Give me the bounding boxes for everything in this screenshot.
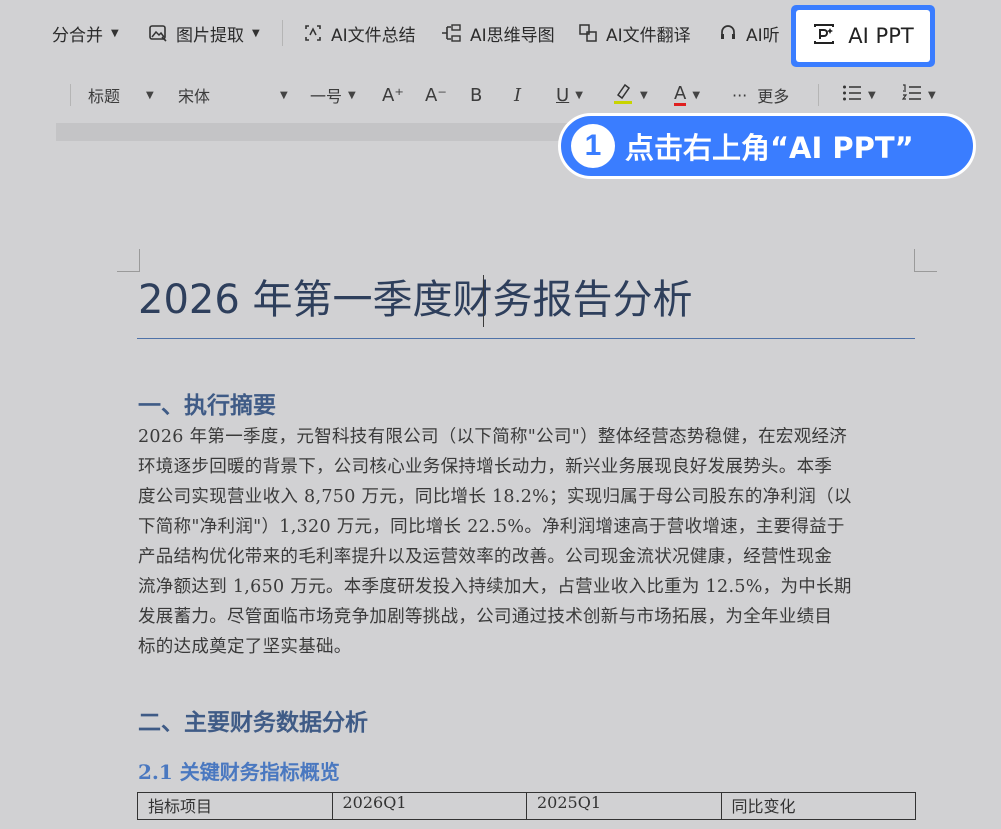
document-page[interactable]: 2026 年第一季度财务报告分析 一、执行摘要 2026 年第一季度，元智科技有… [0,141,1001,829]
bold-icon: B [470,84,483,106]
document-title: 2026 年第一季度财务报告分析 [138,277,693,323]
font-size-select[interactable]: 一号 ▼ [310,76,356,114]
numbered-list-icon [901,84,922,106]
section-heading-summary: 一、执行摘要 [138,392,276,419]
style-value: 标题 [88,87,121,106]
table-header-cell: 指标项目 [137,792,333,820]
chevron-down-icon: ▼ [692,89,701,101]
font-color-icon: A [674,82,687,106]
ai-summary-icon [303,23,323,43]
chevron-down-icon: ▼ [928,89,936,101]
ai-mindmap-label: AI思维导图 [470,25,555,46]
more-label: 更多 [757,87,790,106]
paragraph-line: 度公司实现营业收入 8,750 万元，同比增长 18.2%；实现归属于母公司股东… [138,487,852,507]
image-extract-button[interactable]: 图片提取 ▼ [148,18,260,48]
bullet-list-button[interactable]: ▼ [842,76,876,114]
text-cursor [483,275,484,327]
merge-label: 分合并 [52,25,103,46]
underline-button[interactable]: U ▼ [556,76,583,114]
crop-mark-top-left [117,249,140,272]
ai-ppt-button-inner[interactable]: AI PPT [796,10,930,62]
top-toolbar: 分合并 ▼ 图片提取 ▼ AI文件总结 AI思维导图 AI文件翻译 AI听 AI… [0,0,1001,67]
ai-listen-button[interactable]: AI听 [718,18,780,48]
paragraph-line: 发展蓄力。尽管面临市场竞争加剧等挑战，公司通过技术创新与市场拓展，为全年业绩目 [138,607,833,627]
chevron-down-icon: ▼ [252,27,260,39]
font-value: 宋体 [178,87,211,106]
table-header-cell: 2026Q1 [331,792,527,820]
chevron-down-icon: ▼ [280,89,288,101]
style-select[interactable]: 标题 ▼ [88,76,154,114]
format-toolbar: 标题 ▼ 宋体 ▼ 一号 ▼ A⁺ A⁻ B I U ▼ ▼ A ▼ ··· 更… [0,76,1001,114]
bullet-list-icon [842,84,862,106]
ai-translate-icon [578,23,598,43]
paragraph-line: 下简称"净利润"）1,320 万元，同比增长 22.5%。净利润增速高于营收增速… [138,517,845,537]
table-header-cell: 同比变化 [720,792,916,820]
paragraph-line: 环境逐步回暖的背景下，公司核心业务保持增长动力，新兴业务展现良好发展势头。本季 [138,457,833,477]
chevron-down-icon: ▼ [348,89,356,101]
ai-translate-button[interactable]: AI文件翻译 [578,18,691,48]
underline-icon: U [556,84,570,106]
bold-button[interactable]: B [470,76,482,114]
highlight-icon [612,81,634,109]
highlight-button[interactable]: ▼ [612,76,648,114]
increase-font-icon: A⁺ [382,84,404,106]
toolbar-divider [818,84,819,106]
kpi-table: 指标项目 2026Q1 2025Q1 同比变化 [137,792,916,820]
italic-button[interactable]: I [514,76,521,114]
ai-ppt-label: AI PPT [848,24,914,48]
chevron-down-icon: ▼ [868,89,876,101]
merge-button[interactable]: 分合并 ▼ [52,18,119,48]
table-header-row: 指标项目 2026Q1 2025Q1 同比变化 [137,792,916,820]
more-icon: ··· [732,85,748,105]
paragraph-line: 2026 年第一季度，元智科技有限公司（以下简称"公司"）整体经营态势稳健，在宏… [138,427,848,447]
chevron-down-icon: ▼ [111,27,119,39]
increase-font-size-button[interactable]: A⁺ [382,76,404,114]
table-header-cell: 2025Q1 [526,792,722,820]
decrease-font-size-button[interactable]: A⁻ [425,76,447,114]
more-button[interactable]: ··· 更多 [732,76,789,114]
ai-translate-label: AI文件翻译 [606,25,691,46]
chevron-down-icon: ▼ [146,89,154,101]
image-extract-label: 图片提取 [176,25,244,46]
font-select[interactable]: 宋体 ▼ [178,76,288,114]
ai-mindmap-button[interactable]: AI思维导图 [440,18,555,48]
ai-summary-button[interactable]: AI文件总结 [303,18,416,48]
subsection-heading-kpi: 2.1 关键财务指标概览 [138,760,340,784]
font-color-button[interactable]: A ▼ [674,76,700,114]
section-heading-financial-data: 二、主要财务数据分析 [138,709,368,736]
ai-ppt-button[interactable]: AI PPT [791,5,935,67]
italic-icon: I [514,84,522,106]
paragraph-line: 标的达成奠定了坚实基础。 [138,637,352,657]
chevron-down-icon: ▼ [640,89,648,101]
ruler [56,123,646,141]
toolbar-divider [282,20,283,46]
decrease-font-icon: A⁻ [425,84,447,106]
toolbar-divider [70,84,71,106]
title-underline [137,338,915,339]
paragraph-line: 产品结构优化带来的毛利率提升以及运营效率的改善。公司现金流状况健康，经营性现金 [138,547,833,567]
chevron-down-icon: ▼ [575,89,583,101]
image-extract-icon [148,23,168,43]
numbered-list-button[interactable]: ▼ [901,76,936,114]
ai-listen-label: AI听 [746,25,780,46]
summary-paragraph: 2026 年第一季度，元智科技有限公司（以下简称"公司"）整体经营态势稳健，在宏… [138,422,918,662]
ai-mindmap-icon [440,23,462,43]
ai-listen-icon [718,23,738,43]
paragraph-line: 流净额达到 1,650 万元。本季度研发投入持续加大，占营业收入比重为 12.5… [138,577,852,597]
ai-summary-label: AI文件总结 [331,25,416,46]
font-size-value: 一号 [310,87,343,106]
ai-ppt-icon [812,22,836,51]
crop-mark-top-right [914,249,937,272]
